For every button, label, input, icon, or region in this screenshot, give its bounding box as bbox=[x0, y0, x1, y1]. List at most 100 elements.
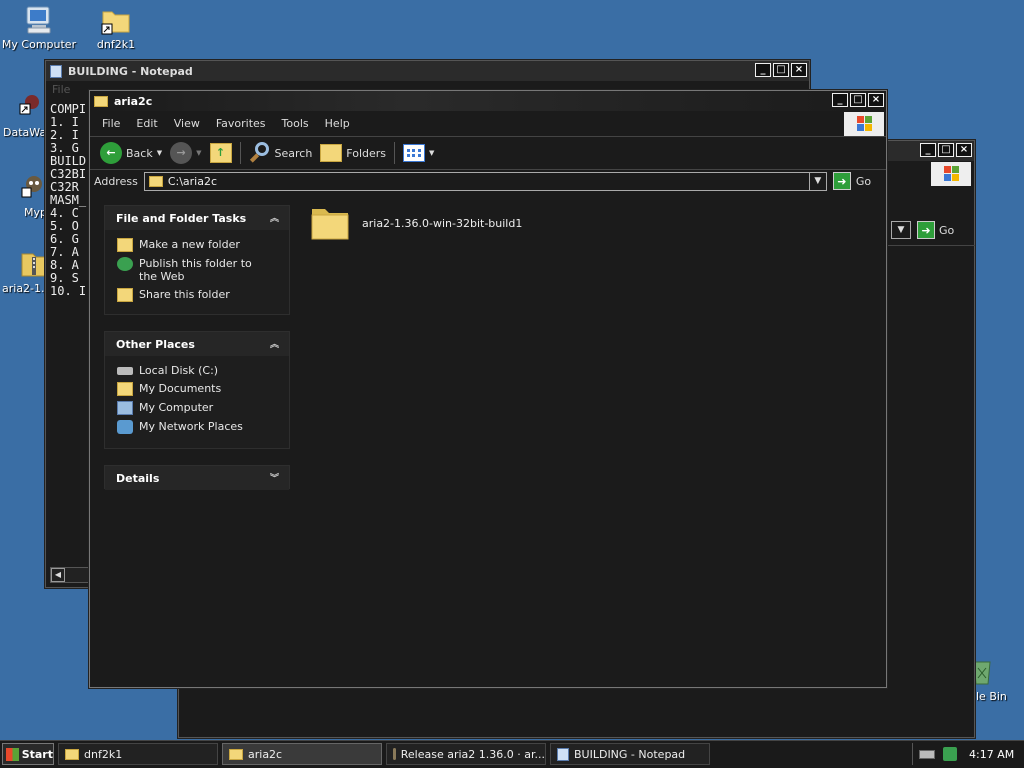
menu-tools[interactable]: Tools bbox=[274, 117, 317, 130]
my-computer-icon bbox=[117, 401, 133, 415]
forward-button[interactable]: → ▼ bbox=[166, 142, 205, 164]
panel-title: Other Places bbox=[116, 337, 195, 351]
task-share-folder[interactable]: Share this folder bbox=[105, 285, 289, 304]
panel-title: File and Folder Tasks bbox=[116, 211, 247, 225]
desktop-icon-aria2-zip[interactable]: aria2-1.3 bbox=[0, 248, 46, 295]
place-local-disk[interactable]: Local Disk (C:) bbox=[105, 361, 289, 379]
desktop-icon-myp[interactable]: Myp bbox=[0, 172, 46, 219]
desktop-icon-my-computer[interactable]: My Computer bbox=[1, 4, 77, 51]
folder-icon bbox=[65, 748, 79, 760]
maximize-button[interactable]: □ bbox=[773, 63, 789, 77]
zip-file-icon bbox=[18, 248, 46, 280]
chevron-down-icon[interactable]: ▼ bbox=[429, 149, 434, 157]
panel-header[interactable]: Other Places ︽ bbox=[105, 332, 289, 356]
up-folder-icon: ↑ bbox=[209, 143, 232, 163]
file-item[interactable]: aria2-1.36.0-win-32bit-build1 bbox=[310, 203, 522, 244]
go-button[interactable]: ➜ Go bbox=[832, 172, 872, 190]
desktop-icon-label: aria2-1.3 bbox=[2, 282, 46, 295]
desktop-icon-label: My Computer bbox=[1, 38, 77, 51]
close-button[interactable]: × bbox=[868, 93, 884, 107]
details-panel: Details ︾ bbox=[104, 465, 290, 490]
notepad-menu-file[interactable]: File bbox=[52, 83, 70, 96]
taskbar-item-dnf2k1[interactable]: dnf2k1 bbox=[58, 743, 218, 765]
collapse-icon[interactable]: ︽ bbox=[270, 337, 279, 350]
start-button[interactable]: Start bbox=[2, 743, 54, 765]
app-shortcut-icon bbox=[18, 172, 46, 204]
place-my-network-places[interactable]: My Network Places bbox=[105, 417, 289, 436]
minimize-button[interactable]: _ bbox=[755, 63, 771, 77]
close-button[interactable]: × bbox=[791, 63, 807, 77]
desktop-icon-datawa[interactable]: DataWa bbox=[0, 92, 46, 139]
go-arrow-icon: ➜ bbox=[832, 172, 851, 190]
toolbar-divider bbox=[90, 169, 886, 170]
place-my-documents[interactable]: My Documents bbox=[105, 379, 289, 398]
task-publish-to-web[interactable]: Publish this folder to the Web bbox=[105, 254, 289, 285]
background-go-button[interactable]: ➜ Go bbox=[917, 221, 954, 239]
address-input[interactable]: C:\aria2c ▼ bbox=[143, 171, 827, 191]
back-button[interactable]: ← Back ▼ bbox=[96, 142, 166, 164]
chevron-down-icon[interactable]: ▼ bbox=[196, 149, 201, 157]
desktop-icon-dnf2k1[interactable]: dnf2k1 bbox=[78, 4, 154, 51]
publish-web-icon bbox=[117, 257, 133, 271]
taskbar: Start dnf2k1 aria2c Release aria2 1.36.0… bbox=[0, 740, 1024, 768]
minimize-button[interactable]: _ bbox=[832, 93, 848, 107]
taskbar-item-aria2c[interactable]: aria2c bbox=[222, 743, 382, 765]
collapse-icon[interactable]: ︽ bbox=[270, 211, 279, 224]
menu-view[interactable]: View bbox=[166, 117, 208, 130]
network-places-icon bbox=[117, 420, 133, 434]
search-label: Search bbox=[274, 146, 313, 160]
close-button[interactable]: × bbox=[956, 143, 972, 157]
forward-arrow-icon: → bbox=[170, 142, 193, 164]
menu-favorites[interactable]: Favorites bbox=[208, 117, 274, 130]
panel-header[interactable]: File and Folder Tasks ︽ bbox=[105, 206, 289, 230]
new-folder-icon bbox=[117, 238, 133, 252]
clock[interactable]: 4:17 AM bbox=[969, 748, 1014, 761]
go-label: Go bbox=[939, 223, 955, 237]
notepad-titlebar[interactable]: BUILDING - Notepad _ □ × bbox=[46, 61, 809, 81]
explorer-titlebar[interactable]: aria2c _ □ × bbox=[90, 91, 886, 111]
task-label: Share this folder bbox=[139, 288, 230, 301]
views-icon bbox=[403, 144, 426, 162]
minimize-button[interactable]: _ bbox=[920, 143, 936, 157]
up-folder-button[interactable]: ↑ bbox=[206, 143, 236, 163]
search-button[interactable]: Search bbox=[245, 142, 317, 164]
notepad-text-area[interactable]: COMPI 1. I 2. I 3. G BUILD C32BI C32R MASM_ 4. C… bbox=[50, 103, 90, 567]
maximize-button[interactable]: □ bbox=[850, 93, 866, 107]
menu-file[interactable]: File bbox=[94, 117, 128, 130]
address-label: Address bbox=[94, 174, 138, 188]
browser-icon bbox=[393, 748, 396, 760]
panel-title: Details bbox=[116, 471, 160, 485]
taskbar-item-release-aria2[interactable]: Release aria2 1.36.0 · ar... bbox=[386, 743, 546, 765]
keyboard-icon[interactable] bbox=[919, 749, 935, 759]
expand-icon[interactable]: ︾ bbox=[270, 471, 279, 484]
menu-help[interactable]: Help bbox=[317, 117, 358, 130]
go-label: Go bbox=[855, 174, 872, 188]
folder-shortcut-icon bbox=[100, 4, 132, 36]
back-arrow-icon: ← bbox=[100, 142, 122, 164]
place-my-computer[interactable]: My Computer bbox=[105, 398, 289, 417]
windows-logo-icon bbox=[6, 747, 19, 761]
panel-header[interactable]: Details ︾ bbox=[105, 466, 289, 490]
horizontal-scrollbar[interactable]: ◀ bbox=[50, 567, 90, 583]
folders-button[interactable]: Folders bbox=[316, 144, 390, 162]
file-folder-tasks-panel: File and Folder Tasks ︽ Make a new folde… bbox=[104, 205, 290, 315]
address-bar: Address C:\aria2c ▼ ➜ Go bbox=[94, 171, 884, 191]
address-dropdown-button[interactable]: ▼ bbox=[808, 172, 826, 190]
network-icon[interactable] bbox=[943, 747, 957, 761]
app-shortcut-icon bbox=[14, 92, 46, 124]
taskbar-item-notepad[interactable]: BUILDING - Notepad bbox=[550, 743, 710, 765]
maximize-button[interactable]: □ bbox=[938, 143, 954, 157]
scroll-left-arrow-icon[interactable]: ◀ bbox=[51, 568, 65, 582]
menu-divider bbox=[90, 136, 886, 137]
views-button[interactable]: ▼ bbox=[399, 144, 438, 162]
start-label: Start bbox=[21, 747, 53, 761]
background-address-dropdown[interactable]: ▼ bbox=[891, 221, 911, 239]
taskbar-item-label: BUILDING - Notepad bbox=[574, 747, 686, 761]
menu-edit[interactable]: Edit bbox=[128, 117, 165, 130]
explorer-window[interactable]: aria2c _ □ × File Edit View Favorites To… bbox=[89, 90, 887, 688]
place-label: My Documents bbox=[139, 382, 222, 395]
share-folder-icon bbox=[117, 288, 133, 302]
task-make-new-folder[interactable]: Make a new folder bbox=[105, 235, 289, 254]
chevron-down-icon[interactable]: ▼ bbox=[157, 149, 162, 157]
taskbar-item-label: Release aria2 1.36.0 · ar... bbox=[400, 747, 545, 761]
